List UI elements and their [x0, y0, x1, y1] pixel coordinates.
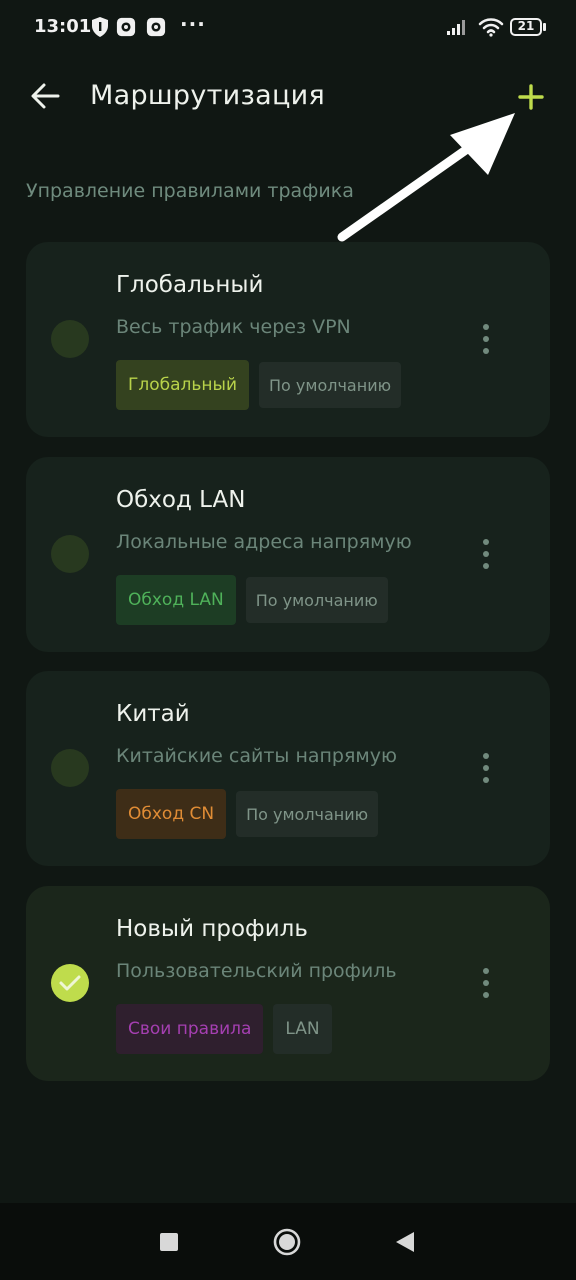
section-label: Управление правилами трафика: [26, 180, 354, 202]
back-arrow-icon[interactable]: [28, 78, 64, 114]
profile-card-global[interactable]: Глобальный Весь трафик через VPN Глобаль…: [26, 242, 550, 437]
profile-tags: Свои правила LAN: [116, 1004, 332, 1054]
profile-description: Пользовательский профиль: [116, 960, 397, 982]
battery-level: 21: [517, 19, 535, 33]
more-notifications-icon: ···: [180, 12, 206, 36]
profile-radio[interactable]: [51, 320, 89, 358]
profile-radio[interactable]: [51, 749, 89, 787]
status-bar: 13:01 ··· 21: [0, 0, 576, 56]
tag-default: По умолчанию: [245, 577, 388, 623]
profile-card-bypass-lan[interactable]: Обход LAN Локальные адреса напрямую Обхо…: [26, 457, 550, 652]
profile-card-china[interactable]: Китай Китайские сайты напрямую Обход CN …: [26, 671, 550, 866]
annotation-arrow-icon: [337, 113, 515, 242]
home-icon[interactable]: [272, 1227, 302, 1257]
profile-description: Локальные адреса напрямую: [116, 531, 412, 553]
app-notification-icon: [116, 17, 136, 37]
add-profile-button[interactable]: [512, 78, 550, 116]
profile-description: Весь трафик через VPN: [116, 316, 351, 338]
profile-tags: Глобальный По умолчанию: [116, 360, 402, 410]
recent-apps-icon[interactable]: [154, 1227, 184, 1257]
back-nav-icon[interactable]: [390, 1227, 420, 1257]
more-options-icon[interactable]: [474, 322, 498, 356]
profile-title: Китай: [116, 701, 190, 727]
tag-type: Обход CN: [116, 789, 227, 839]
profile-radio-checked[interactable]: [51, 964, 89, 1002]
status-time: 13:01: [34, 16, 92, 37]
battery-tip: [543, 23, 546, 31]
tag-type: Глобальный: [116, 360, 250, 410]
profile-title: Глобальный: [116, 272, 264, 298]
profile-card-new-profile[interactable]: Новый профиль Пользовательский профиль С…: [26, 886, 550, 1081]
shield-icon: [92, 17, 108, 37]
more-options-icon[interactable]: [474, 966, 498, 1000]
more-options-icon[interactable]: [474, 751, 498, 785]
tag-default: По умолчанию: [259, 362, 402, 408]
profile-description: Китайские сайты напрямую: [116, 745, 397, 767]
tag-type: Обход LAN: [116, 575, 236, 625]
tag-type: Свои правила: [116, 1004, 264, 1054]
more-options-icon[interactable]: [474, 537, 498, 571]
profile-tags: Обход LAN По умолчанию: [116, 575, 388, 625]
page-title: Маршрутизация: [90, 80, 326, 111]
profile-radio[interactable]: [51, 535, 89, 573]
wifi-icon: [478, 18, 504, 37]
profile-tags: Обход CN По умолчанию: [116, 789, 379, 839]
profile-title: Обход LAN: [116, 487, 246, 513]
signal-icon: [447, 20, 465, 35]
system-nav-bar: [0, 1203, 576, 1280]
tag-default: По умолчанию: [236, 791, 379, 837]
checkmark-icon: [59, 975, 81, 991]
battery-icon: 21: [510, 18, 542, 36]
profile-title: Новый профиль: [116, 916, 308, 942]
app-notification-icon-2: [146, 17, 166, 37]
tag-lan: LAN: [273, 1004, 332, 1054]
